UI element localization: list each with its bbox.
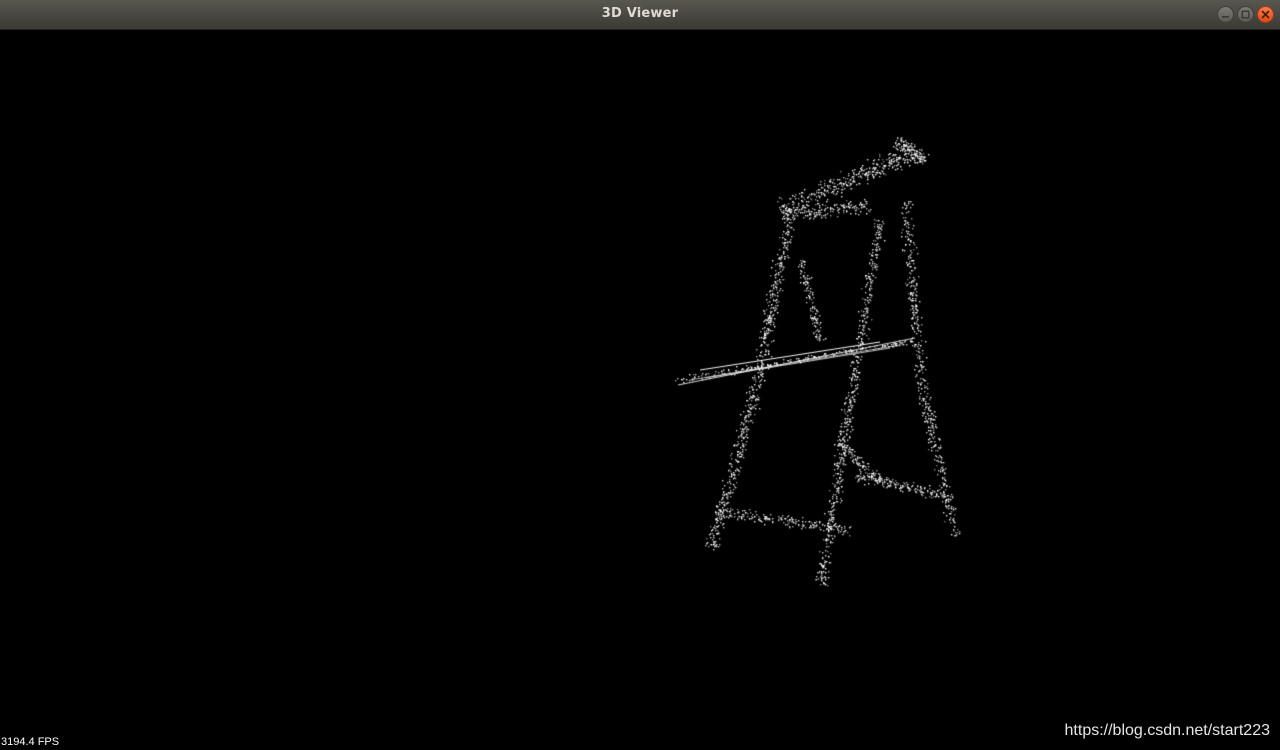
viewer-window: 3D Viewer 3194.4 FPS https://blog.csdn.n… [0,0,1280,750]
maximize-button[interactable] [1237,6,1254,23]
minimize-button[interactable] [1217,6,1234,23]
maximize-icon [1241,10,1250,19]
watermark-url: https://blog.csdn.net/start223 [1064,722,1270,739]
close-icon [1261,10,1270,19]
close-button[interactable] [1257,6,1274,23]
3d-viewport[interactable]: 3194.4 FPS https://blog.csdn.net/start22… [0,30,1280,750]
title-bar[interactable]: 3D Viewer [0,0,1280,30]
point-cloud [0,30,1280,750]
minimize-icon [1222,16,1229,18]
window-title: 3D Viewer [601,6,679,21]
fps-counter: 3194.4 FPS [1,736,60,748]
window-controls [1217,6,1274,23]
